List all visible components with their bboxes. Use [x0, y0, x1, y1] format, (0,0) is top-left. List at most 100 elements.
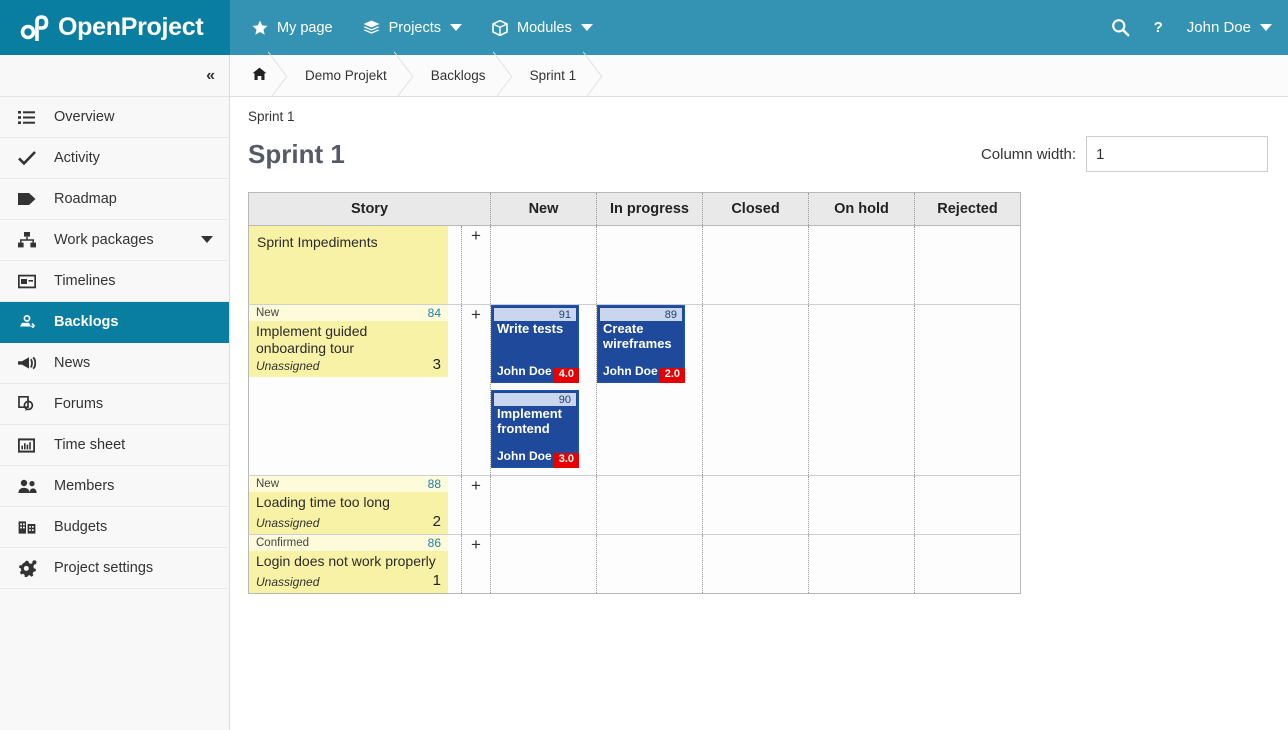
chevron-down-icon[interactable] — [201, 236, 213, 243]
taskboard-row: Confirmed86Login does not work properlyU… — [249, 535, 1021, 594]
sidebar-item-work-packages[interactable]: Work packages — [0, 220, 229, 261]
taskboard-row: Sprint Impediments+ — [249, 226, 1021, 305]
sidebar-collapse-button[interactable]: « — [0, 55, 229, 97]
page-title: Sprint 1 — [248, 139, 345, 170]
breadcrumb-home[interactable] — [230, 55, 283, 97]
star-icon — [252, 20, 268, 36]
sidebar-item-overview[interactable]: Overview — [0, 97, 229, 138]
task-card[interactable]: 90Implement frontendJohn Doe3.0 — [491, 390, 579, 468]
sidebar-item-roadmap[interactable]: Roadmap — [0, 179, 229, 220]
task-cell-in-progress[interactable] — [597, 226, 703, 305]
check-icon — [18, 151, 46, 166]
chevron-down-icon — [1260, 24, 1272, 31]
column-header-label: On hold — [834, 201, 889, 217]
task-card[interactable]: 91Write testsJohn Doe4.0 — [491, 305, 579, 383]
column-header-label: In progress — [610, 201, 689, 217]
sidebar-item-project-settings[interactable]: Project settings — [0, 548, 229, 589]
task-hours-badge: 2.0 — [660, 368, 685, 383]
topnav-item-modules[interactable]: Modules — [492, 20, 593, 36]
sidebar-item-forums[interactable]: Forums — [0, 384, 229, 425]
task-card[interactable]: 89Create wireframesJohn Doe2.0 — [597, 305, 685, 383]
topnav-item-my-page[interactable]: My page — [252, 20, 333, 36]
task-cell-rejected[interactable] — [915, 305, 1021, 476]
sidebar-item-timelines[interactable]: Timelines — [0, 261, 229, 302]
column-header-label: Rejected — [937, 201, 997, 217]
add-task-button[interactable]: + — [462, 226, 491, 305]
openproject-logo-icon — [20, 15, 50, 41]
story-id[interactable]: 88 — [428, 477, 441, 491]
task-cell-closed[interactable] — [703, 535, 809, 594]
task-card-header: 91 — [494, 308, 576, 321]
sidebar-item-news[interactable]: News — [0, 343, 229, 384]
task-cell-rejected[interactable] — [915, 226, 1021, 305]
column-header-label: Story — [351, 201, 388, 217]
impediment-card[interactable]: Sprint Impediments — [249, 226, 448, 304]
story-card[interactable]: Confirmed86Login does not work properlyU… — [249, 535, 448, 593]
sidebar-item-label: Backlogs — [46, 314, 118, 330]
story-points: 3 — [433, 356, 441, 373]
task-cell-closed[interactable] — [703, 226, 809, 305]
task-id[interactable]: 91 — [559, 309, 571, 321]
task-id[interactable]: 90 — [559, 394, 571, 406]
topnav-label: My page — [277, 20, 333, 36]
sidebar-item-activity[interactable]: Activity — [0, 138, 229, 179]
task-subject: Create wireframes — [598, 321, 684, 364]
task-cell-closed[interactable] — [703, 476, 809, 535]
story-card[interactable]: New88Loading time too longUnassigned2 — [249, 476, 448, 534]
column-width-label: Column width: — [981, 146, 1076, 163]
task-cell-rejected[interactable] — [915, 476, 1021, 535]
column-width-input[interactable] — [1086, 136, 1268, 172]
task-cell-in-progress[interactable] — [597, 476, 703, 535]
search-icon[interactable] — [1111, 18, 1130, 37]
story-card[interactable]: New84Implement guided onboarding tourUna… — [249, 305, 448, 377]
sidebar-item-members[interactable]: Members — [0, 466, 229, 507]
breadcrumb-label: Backlogs — [431, 68, 486, 83]
story-id[interactable]: 84 — [428, 306, 441, 320]
sidebar-item-backlogs[interactable]: Backlogs — [0, 302, 229, 343]
story-subject: Implement guided onboarding tour — [249, 321, 448, 356]
breadcrumb-item[interactable]: Backlogs — [409, 55, 508, 97]
task-cell-on-hold[interactable] — [809, 476, 915, 535]
task-cell-rejected[interactable] — [915, 535, 1021, 594]
brand-home-link[interactable]: OpenProject — [0, 0, 230, 55]
main-content: Sprint 1 Sprint 1 Column width: Story New… — [230, 97, 1288, 730]
story-subject: Login does not work properly — [249, 551, 448, 572]
task-id[interactable]: 89 — [665, 309, 677, 321]
sidebar-item-time-sheet[interactable]: Time sheet — [0, 425, 229, 466]
gear-icon — [18, 560, 46, 577]
sidebar-item-label: Forums — [46, 396, 103, 412]
story-assignee: Unassigned — [256, 359, 319, 373]
task-cell-on-hold[interactable] — [809, 226, 915, 305]
help-icon[interactable]: ? — [1154, 20, 1163, 35]
task-cell-in-progress[interactable] — [597, 535, 703, 594]
breadcrumb-item[interactable]: Sprint 1 — [508, 55, 599, 97]
task-cell-new[interactable] — [491, 535, 597, 594]
task-cell-in-progress[interactable]: 89Create wireframesJohn Doe2.0 — [597, 305, 703, 476]
breadcrumb-item[interactable]: Demo Projekt — [283, 55, 409, 97]
top-bar: OpenProject My page Projects — [0, 0, 1288, 55]
add-task-button[interactable]: + — [462, 476, 491, 535]
sidebar-item-label: Time sheet — [46, 437, 125, 453]
story-assignee: Unassigned — [256, 575, 319, 589]
taskboard-row: New88Loading time too longUnassigned2+ — [249, 476, 1021, 535]
task-cell-new[interactable] — [491, 226, 597, 305]
sidebar-item-budgets[interactable]: Budgets — [0, 507, 229, 548]
task-cell-closed[interactable] — [703, 305, 809, 476]
task-cell-new[interactable]: 91Write testsJohn Doe4.090Implement fron… — [491, 305, 597, 476]
topnav-item-projects[interactable]: Projects — [363, 20, 462, 36]
task-cell-new[interactable] — [491, 476, 597, 535]
budget-icon — [18, 520, 46, 535]
chart-icon — [18, 438, 46, 453]
column-header-in-progress: In progress — [597, 193, 703, 226]
add-task-button[interactable]: + — [462, 535, 491, 594]
sidebar-item-label: Timelines — [46, 273, 116, 289]
task-cell-on-hold[interactable] — [809, 535, 915, 594]
page-subject: Sprint 1 — [248, 109, 1268, 124]
task-cell-on-hold[interactable] — [809, 305, 915, 476]
hierarchy-icon — [18, 232, 46, 248]
story-assignee: Unassigned — [256, 516, 319, 530]
double-chevron-left-icon: « — [206, 67, 213, 85]
story-id[interactable]: 86 — [428, 536, 441, 550]
add-task-button[interactable]: + — [462, 305, 491, 476]
user-menu[interactable]: John Doe — [1187, 19, 1272, 36]
